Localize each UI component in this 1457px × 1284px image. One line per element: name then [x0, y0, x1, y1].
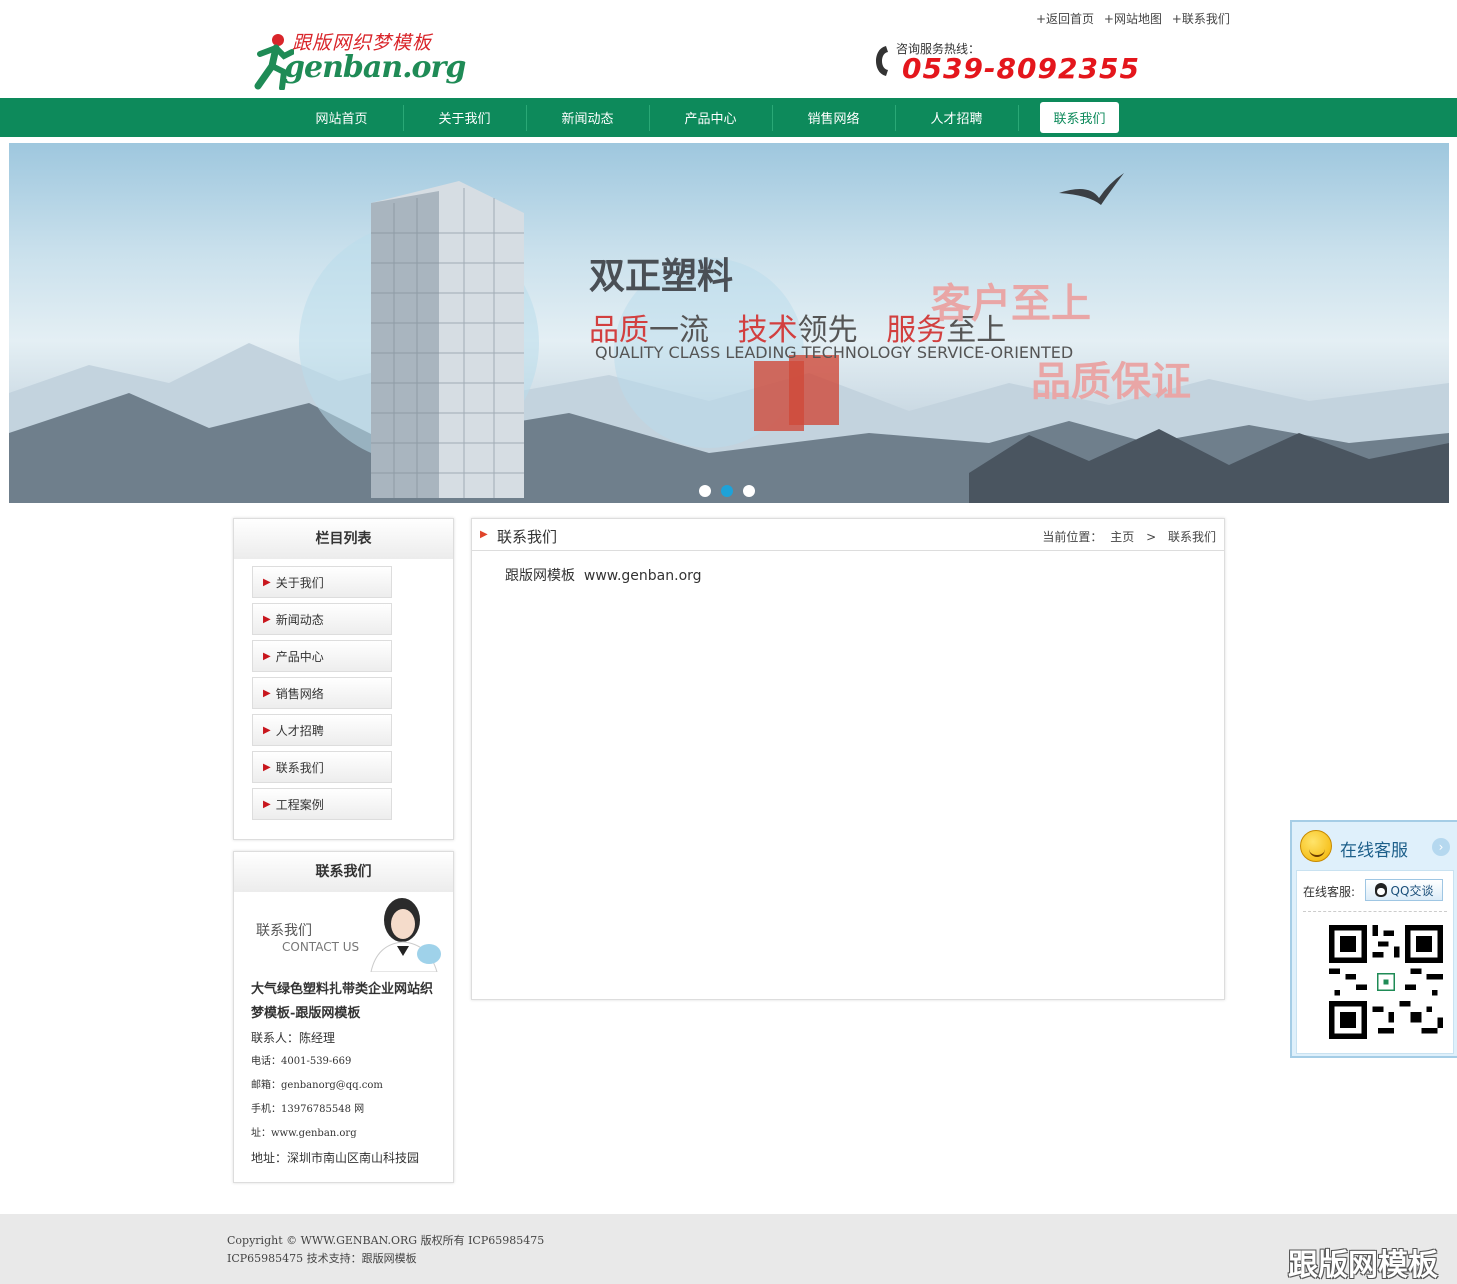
contact-website: 址：www.genban.org [251, 1128, 357, 1139]
menu-item-label: 产品中心 [275, 649, 324, 664]
nav-item-news[interactable]: 新闻动态 [526, 98, 649, 137]
contact-box-title: 联系我们 [234, 852, 453, 892]
contact-box: 联系我们 联系我们 CONTACT US 大气绿色塑料扎带类企业网站织梦模板-跟… [233, 851, 454, 1183]
logo-english-text: genban.org [284, 50, 466, 85]
nav-item-jobs[interactable]: 人才招聘 [895, 98, 1018, 137]
triangle-right-icon: ▶ [263, 724, 271, 736]
main-nav: 网站首页 关于我们 新闻动态 产品中心 销售网络 人才招聘 联系我们 [0, 98, 1457, 137]
qq-penguin-icon [1374, 883, 1387, 897]
column-menu-item[interactable]: ▶ 关于我们 [252, 566, 392, 598]
menu-item-label: 关于我们 [275, 575, 324, 590]
nav-item-contact[interactable]: 联系我们 [1018, 98, 1141, 137]
banner-overlay-customer: 客户至上 [931, 281, 1091, 327]
nav-item-label: 人才招聘 [930, 112, 983, 127]
breadcrumb-label: 当前位置： [1042, 530, 1103, 544]
footer-support: ICP65985475 技术支持：跟版网模板 [227, 1252, 417, 1265]
menu-item-label: 联系我们 [275, 760, 324, 775]
nav-item-label: 新闻动态 [561, 112, 614, 127]
top-link-sitemap[interactable]: +网站地图 [1104, 12, 1162, 26]
nav-item-products[interactable]: 产品中心 [649, 98, 772, 137]
contact-address: 地址：深圳市南山区南山科技园 [251, 1151, 420, 1165]
menu-item-label: 工程案例 [275, 797, 324, 812]
column-list-box: 栏目列表 ▶ 关于我们 ▶ 新闻动态 ▶ 产品中心 ▶ 销售网络 ▶ 人才招聘 ▶ 联系我们… [233, 518, 454, 840]
caret-right-icon: ▶ [480, 529, 488, 540]
footer-copyright: Copyright © WWW.GENBAN.ORG 版权所有 ICP65985… [227, 1234, 545, 1247]
slider-dot-3[interactable] [743, 485, 755, 497]
banner-title: 双正塑料 [589, 256, 734, 297]
triangle-right-icon: ▶ [263, 576, 271, 588]
breadcrumb-current-link[interactable]: 联系我们 [1168, 530, 1216, 544]
nav-item-sales-network[interactable]: 销售网络 [772, 98, 895, 137]
qr-code-icon [1329, 925, 1443, 1039]
customer-service-woman-icon [370, 898, 441, 972]
contact-phone: 电话：4001-539-669 [251, 1056, 352, 1067]
site-logo[interactable]: 跟版网织梦模板 genban.org [254, 26, 466, 90]
nav-item-home[interactable]: 网站首页 [280, 98, 403, 137]
slider-dot-2[interactable] [721, 485, 733, 497]
phone-icon [876, 46, 888, 76]
column-menu-item[interactable]: ▶ 人才招聘 [252, 714, 392, 746]
column-menu: ▶ 关于我们 ▶ 新闻动态 ▶ 产品中心 ▶ 销售网络 ▶ 人才招聘 ▶ 联系我们 ▶ 工程案… [234, 559, 453, 837]
contact-image-en: CONTACT US [282, 940, 360, 954]
column-menu-item[interactable]: ▶ 销售网络 [252, 677, 392, 709]
triangle-right-icon: ▶ [263, 687, 271, 699]
site-footer: Copyright © WWW.GENBAN.ORG 版权所有 ICP65985… [0, 1214, 1457, 1284]
breadcrumb-separator: > [1146, 530, 1157, 544]
triangle-right-icon: ▶ [263, 613, 271, 625]
online-service-header: 在线客服 › [1292, 822, 1457, 870]
nav-item-about[interactable]: 关于我们 [403, 98, 526, 137]
nav-item-label: 联系我们 [1040, 102, 1119, 133]
column-menu-item[interactable]: ▶ 联系我们 [252, 751, 392, 783]
breadcrumb: 当前位置： 主页 > 联系我们 [1042, 528, 1216, 545]
watermark-text: 跟版网模板 [1288, 1248, 1438, 1283]
slider-dots [699, 485, 755, 497]
contact-banner-image: 联系我们 CONTACT US [240, 896, 447, 974]
breadcrumb-home-link[interactable]: 主页 [1110, 530, 1134, 544]
contact-info: 大气绿色塑料扎带类企业网站织梦模板-跟版网模板 联系人：陈经理 电话：4001-… [234, 974, 453, 1186]
top-links: +返回首页 +网站地图 +联系我们 [1036, 10, 1236, 27]
nav-item-label: 产品中心 [684, 112, 737, 127]
qq-chat-button[interactable]: QQ交谈 [1365, 879, 1443, 901]
slider-dot-1[interactable] [699, 485, 711, 497]
collapse-arrow-icon[interactable]: › [1432, 838, 1450, 856]
nav-item-label: 关于我们 [438, 112, 491, 127]
nav-item-label: 销售网络 [807, 112, 860, 127]
divider [1303, 911, 1447, 912]
top-link-home[interactable]: +返回首页 [1036, 12, 1094, 26]
nav-item-label: 网站首页 [315, 112, 368, 127]
main-panel-header: ▶ 联系我们 当前位置： 主页 > 联系我们 [472, 519, 1224, 551]
column-menu-item[interactable]: ▶ 产品中心 [252, 640, 392, 672]
online-service-body: 在线客服: QQ交谈 [1296, 870, 1454, 1054]
qq-chat-label: QQ交谈 [1390, 883, 1434, 898]
triangle-right-icon: ▶ [263, 798, 271, 810]
top-link-contact[interactable]: +联系我们 [1172, 12, 1230, 26]
triangle-right-icon: ▶ [263, 650, 271, 662]
contact-person: 联系人：陈经理 [251, 1031, 336, 1045]
column-list-title: 栏目列表 [234, 519, 453, 559]
contact-mobile: 手机：13976785548 网 [251, 1104, 365, 1115]
hotline-number: 0539-8092355 [902, 52, 1140, 85]
page-title: 联系我们 [497, 528, 558, 546]
company-name: 大气绿色塑料扎带类企业网站织梦模板-跟版网模板 [251, 982, 434, 1021]
online-service-label: 在线客服: [1303, 885, 1356, 899]
article-body: 跟版网模板 www.genban.org [505, 568, 702, 584]
menu-item-label: 销售网络 [275, 686, 324, 701]
column-menu-item[interactable]: ▶ 工程案例 [252, 788, 392, 820]
contact-image-cn: 联系我们 [256, 923, 312, 939]
main-content-panel: ▶ 联系我们 当前位置： 主页 > 联系我们 跟版网模板 www.genban.… [471, 518, 1225, 1000]
hotline: 咨询服务热线： 0539-8092355 [872, 40, 1142, 90]
online-service-widget: 在线客服 › 在线客服: QQ交谈 [1290, 820, 1457, 1058]
menu-item-label: 人才招聘 [275, 723, 324, 738]
column-menu-item[interactable]: ▶ 新闻动态 [252, 603, 392, 635]
smiley-face-icon [1300, 830, 1332, 862]
contact-email: 邮箱：genbanorg@qq.com [251, 1080, 383, 1091]
triangle-right-icon: ▶ [263, 761, 271, 773]
hero-banner: 双正塑料 品质一流 技术领先 服务至上 QUALITY CLASS LEADIN… [9, 143, 1449, 503]
banner-overlay-quality: 品质保证 [1031, 359, 1191, 405]
footer-text: Copyright © WWW.GENBAN.ORG 版权所有 ICP65985… [227, 1232, 544, 1268]
banner-slogan-english: QUALITY CLASS LEADING TECHNOLOGY SERVICE… [595, 343, 1074, 362]
online-service-title: 在线客服 [1340, 841, 1408, 861]
menu-item-label: 新闻动态 [275, 612, 324, 627]
